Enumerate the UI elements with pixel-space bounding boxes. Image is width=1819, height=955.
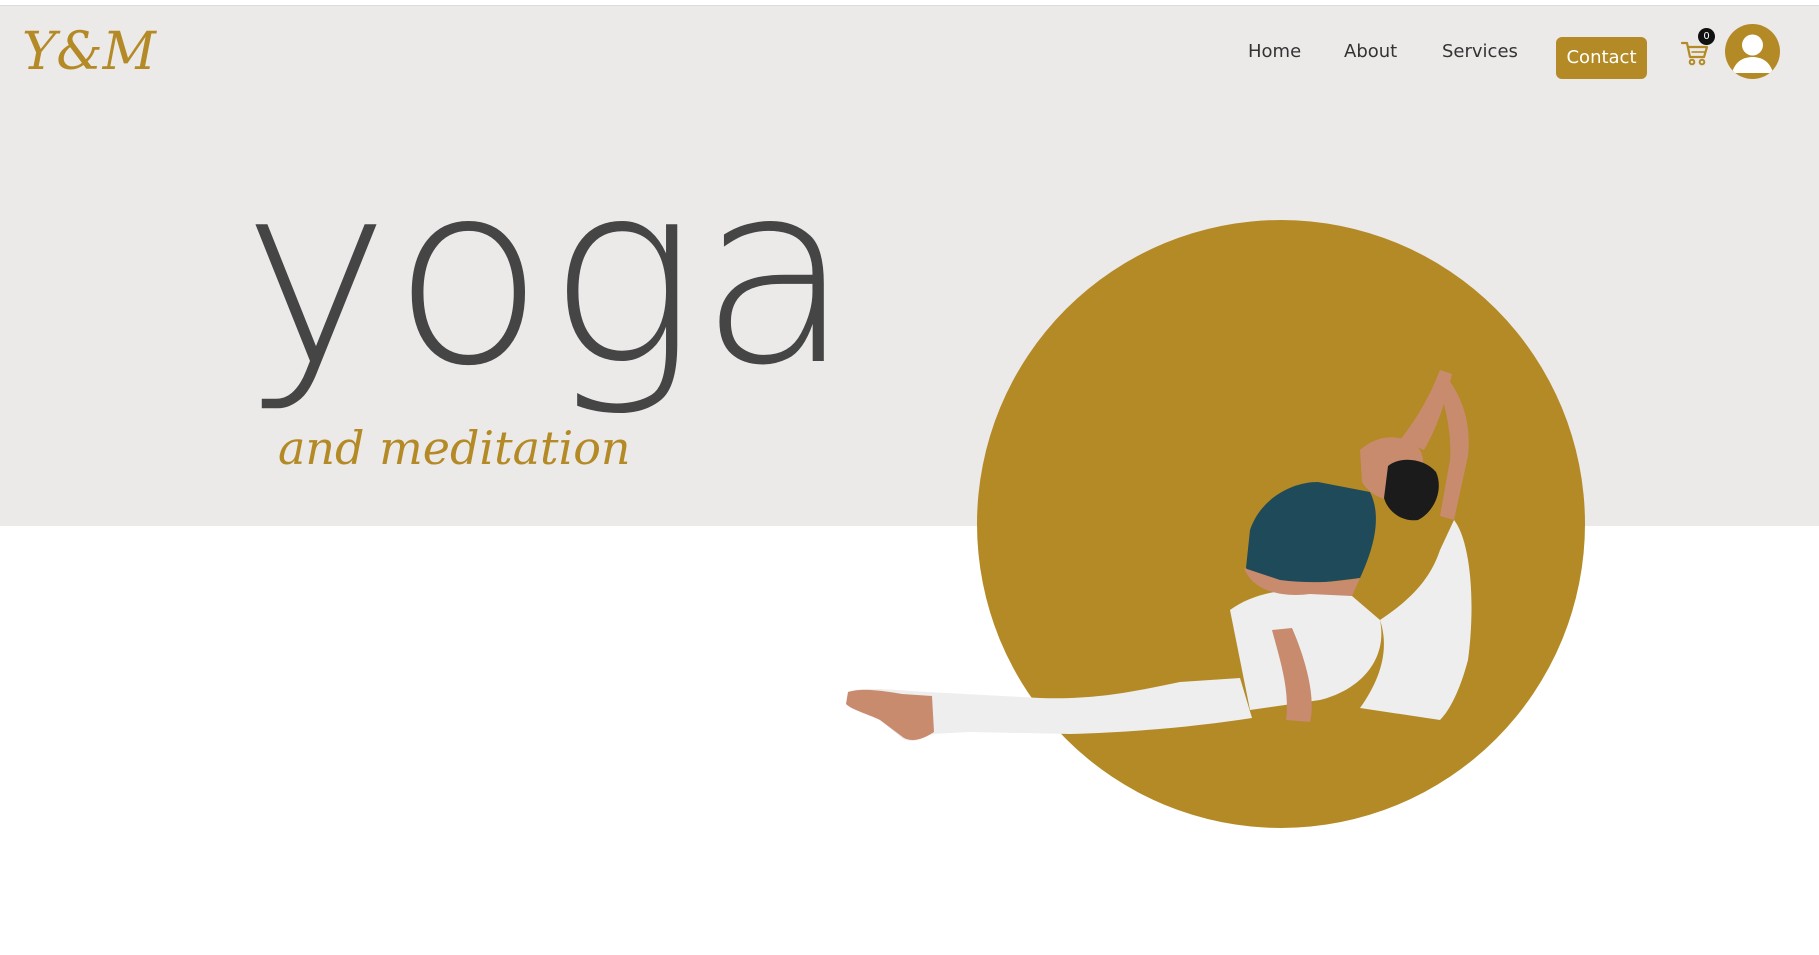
avatar-silhouette [1732,34,1773,73]
hero-yoga-image [846,220,1585,828]
nav-home-link[interactable]: Home [1248,40,1301,64]
hero-title: yoga [242,129,855,420]
hero-subtitle: and meditation [278,421,631,475]
page: Y&M Home About Services Contact 0 yoga a… [0,0,1819,955]
contact-button[interactable]: Contact [1556,37,1647,79]
cart-count-badge: 0 [1698,28,1715,45]
site-logo[interactable]: Y&M [22,26,156,78]
user-avatar-icon[interactable] [1725,24,1780,79]
site-header: Y&M Home About Services Contact [0,6,1819,98]
nav-services-link[interactable]: Services [1442,40,1518,64]
nav-about-link[interactable]: About [1344,40,1397,64]
